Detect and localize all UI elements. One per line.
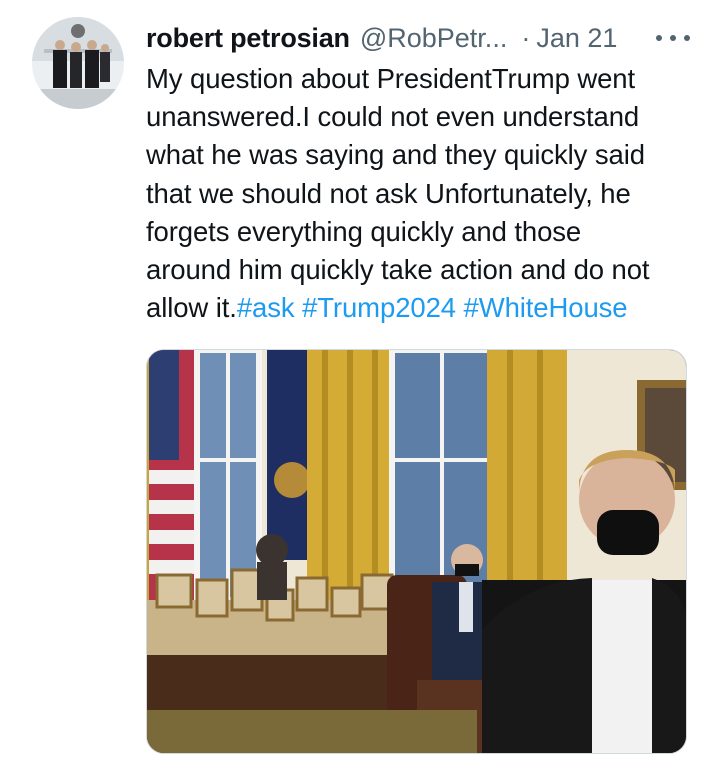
tweet-header: robert petrosian @RobPetr... · Jan 21: [146, 20, 686, 56]
avatar-image: [32, 17, 124, 109]
media-image: [147, 350, 686, 753]
tweet-text-line: that we should not ask Unfortunately, he: [146, 177, 631, 209]
tweet-text-line: My question about PresidentTrump went: [146, 63, 636, 94]
tweet-text-fragment: allow it.: [146, 292, 237, 324]
hashtag-trump2024[interactable]: #Trump2024: [302, 292, 456, 323]
user-handle[interactable]: @RobPetr...: [360, 23, 507, 54]
avatar[interactable]: [32, 17, 124, 109]
more-horizontal-icon[interactable]: [656, 33, 690, 43]
display-name[interactable]: robert petrosian: [146, 23, 350, 54]
tweet-text-line: what he was saying and they quickly said: [146, 139, 645, 171]
hashtag-whitehouse[interactable]: #WhiteHouse: [464, 292, 628, 323]
tweet[interactable]: robert petrosian @RobPetr... · Jan 21 My…: [0, 0, 720, 761]
tweet-date[interactable]: Jan 21: [536, 23, 617, 54]
tweet-text-line: unanswered.I could not even understand: [146, 101, 640, 133]
separator-dot: ·: [521, 22, 531, 53]
tweet-text-last-line: allow it.#ask #Trump2024 #WhiteHouse: [146, 289, 686, 327]
tweet-media[interactable]: [146, 349, 687, 754]
tweet-text-line: around him quickly take action and do no…: [146, 254, 650, 286]
hashtag-ask[interactable]: #ask: [237, 292, 295, 323]
tweet-text-line: forgets everything quickly and those: [146, 215, 582, 247]
tweet-text: My question about PresidentTrump went un…: [146, 60, 686, 327]
